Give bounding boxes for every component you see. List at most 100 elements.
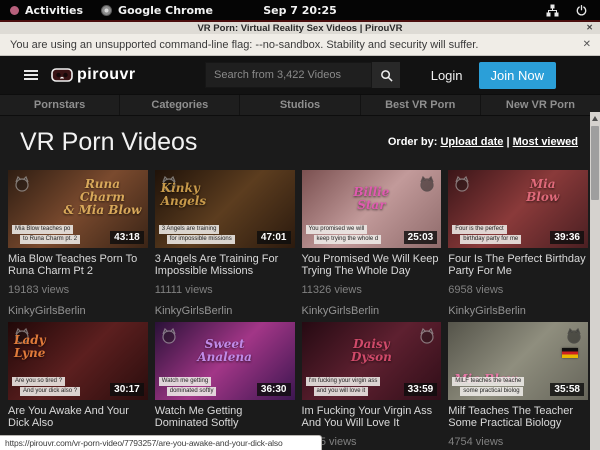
video-card: Daisy Dyson I'm fucking your virgin ass … (302, 322, 442, 450)
video-title-link[interactable]: Milf Teaches The Teacher Some Practical … (448, 405, 588, 429)
vr-headset-icon (51, 68, 73, 82)
video-info: Milf Teaches The Teacher Some Practical … (448, 400, 588, 450)
clock[interactable]: Sep 7 20:25 (0, 4, 600, 17)
logo-text: pirouvr (77, 66, 136, 84)
page-scrollbar[interactable] (590, 112, 600, 450)
thumbnail-caption: I'm fucking your virgin ass and you will… (306, 377, 381, 396)
order-by: Order by: Upload date | Most viewed (388, 136, 578, 148)
studio-watermark-icon (160, 327, 178, 345)
duration-badge: 33:59 (404, 383, 438, 396)
warning-text: You are using an unsupported command-lin… (10, 39, 478, 51)
studio-watermark-icon (453, 175, 471, 193)
video-card: Sweet Analena Watch me getting dominated… (155, 322, 295, 450)
studio-link[interactable]: KinkyGirlsBerlin (8, 305, 148, 317)
warning-close-icon[interactable]: ✕ (583, 39, 591, 50)
page-title: VR Porn Videos (20, 127, 197, 157)
duration-badge: 47:01 (257, 231, 291, 244)
login-link[interactable]: Login (431, 68, 463, 83)
video-title-link[interactable]: You Promised We Will Keep Trying The Who… (302, 253, 442, 277)
order-link-upload-date[interactable]: Upload date (440, 136, 503, 148)
video-title-link[interactable]: 3 Angels Are Training For Impossible Mis… (155, 253, 295, 277)
video-card: Runa Charm & Mia Blow Mia Blow teaches p… (8, 170, 148, 322)
page-head: VR Porn Videos Order by: Upload date | M… (0, 127, 600, 157)
view-count: 9795 views (302, 436, 442, 448)
video-title-link[interactable]: Four Is The Perfect Birthday Party For M… (448, 253, 588, 277)
video-thumbnail[interactable]: Mia Blow Four is the perfect birthday pa… (448, 170, 588, 248)
view-count: 11111 views (155, 284, 295, 296)
thumbnail-caption: 3 Angels are training for impossible mis… (159, 225, 235, 244)
scrollbar-up-arrow-icon[interactable] (592, 116, 598, 121)
view-count: 4754 views (448, 436, 588, 448)
video-thumbnail[interactable]: Lady Lyne Are you so tired ? And your di… (8, 322, 148, 400)
search-bar (205, 62, 400, 88)
duration-badge: 30:17 (110, 383, 144, 396)
video-thumbnail[interactable]: Kinky Angels 3 Angels are training for i… (155, 170, 295, 248)
video-info: 3 Angels Are Training For Impossible Mis… (155, 248, 295, 322)
video-thumbnail[interactable]: Billie Star You promised we will keep tr… (302, 170, 442, 248)
site-logo[interactable]: pirouvr (51, 66, 136, 84)
german-flag-decoration (562, 348, 578, 358)
studio-watermark-icon (13, 327, 31, 345)
thumbnail-caption: Mia Blow teaches po to Runa Charm pt. 2 (12, 225, 80, 244)
video-thumbnail[interactable]: Mia Blow MILF teaches the teache some pr… (448, 322, 588, 400)
hamburger-menu-icon[interactable] (24, 68, 38, 82)
order-separator: | (506, 136, 509, 148)
duration-badge: 35:58 (550, 383, 584, 396)
thumbnail-caption: Watch me getting dominated softly (159, 377, 217, 396)
studio-watermark-icon (565, 327, 583, 345)
scrollbar-thumb[interactable] (591, 126, 599, 200)
site-header: pirouvr Login Join Now (0, 56, 600, 94)
video-thumbnail[interactable]: Runa Charm & Mia Blow Mia Blow teaches p… (8, 170, 148, 248)
main-nav: Pornstars Categories Studios Best VR Por… (0, 94, 600, 116)
view-count: 11326 views (302, 284, 442, 296)
video-grid: Runa Charm & Mia Blow Mia Blow teaches p… (8, 170, 588, 450)
duration-badge: 25:03 (404, 231, 438, 244)
video-thumbnail[interactable]: Daisy Dyson I'm fucking your virgin ass … (302, 322, 442, 400)
tab-close-icon[interactable]: ✕ (586, 22, 593, 34)
studio-link[interactable]: KinkyGirlsBerlin (155, 305, 295, 317)
thumbnail-caption: Four is the perfect birthday party for m… (452, 225, 521, 244)
thumbnail-overlay-title: Mia Blow (501, 178, 584, 204)
order-link-most-viewed[interactable]: Most viewed (513, 136, 578, 148)
thumbnail-caption: Are you so tired ? And your dick also ? (12, 377, 80, 396)
view-count: 19183 views (8, 284, 148, 296)
video-card: Mia Blow MILF teaches the teache some pr… (448, 322, 588, 450)
page-viewport: pirouvr Login Join Now Pornstars Categor… (0, 56, 600, 450)
nav-item-best-vr[interactable]: Best VR Porn (360, 95, 480, 115)
duration-badge: 36:30 (257, 383, 291, 396)
video-card: Mia Blow Four is the perfect birthday pa… (448, 170, 588, 322)
video-title-link[interactable]: Watch Me Getting Dominated Softly (155, 405, 295, 429)
chrome-warning-infobar: You are using an unsupported command-lin… (0, 34, 600, 56)
view-count: 6958 views (448, 284, 588, 296)
nav-item-new-vr[interactable]: New VR Porn (480, 95, 600, 115)
video-title-link[interactable]: Mia Blow Teaches Porn To Runa Charm Pt 2 (8, 253, 148, 277)
nav-item-pornstars[interactable]: Pornstars (0, 95, 119, 115)
studio-watermark-icon (418, 175, 436, 193)
duration-badge: 39:36 (550, 231, 584, 244)
video-title-link[interactable]: Are You Awake And Your Dick Also (8, 405, 148, 429)
video-info: Im Fucking Your Virgin Ass And You Will … (302, 400, 442, 450)
gnome-top-bar: Activities Google Chrome Sep 7 20:25 (0, 0, 600, 20)
video-card: Lady Lyne Are you so tired ? And your di… (8, 322, 148, 450)
studio-link[interactable]: KinkyGirlsBerlin (448, 305, 588, 317)
studio-watermark-icon (160, 175, 178, 193)
video-card: Billie Star You promised we will keep tr… (302, 170, 442, 322)
studio-link[interactable]: KinkyGirlsBerlin (302, 305, 442, 317)
status-url-bubble: https://pirouvr.com/vr-porn-video/779325… (0, 435, 322, 450)
video-card: Kinky Angels 3 Angels are training for i… (155, 170, 295, 322)
video-title-link[interactable]: Im Fucking Your Virgin Ass And You Will … (302, 405, 442, 429)
search-input[interactable] (205, 62, 372, 88)
video-thumbnail[interactable]: Sweet Analena Watch me getting dominated… (155, 322, 295, 400)
join-now-button[interactable]: Join Now (479, 62, 556, 89)
video-info: You Promised We Will Keep Trying The Who… (302, 248, 442, 322)
thumbnail-caption: MILF teaches the teache some practical b… (452, 377, 524, 396)
video-info: Mia Blow Teaches Porn To Runa Charm Pt 2… (8, 248, 148, 322)
nav-item-studios[interactable]: Studios (239, 95, 359, 115)
thumbnail-caption: You promised we will keep trying the who… (306, 225, 382, 244)
nav-item-categories[interactable]: Categories (119, 95, 239, 115)
search-icon (380, 69, 393, 82)
screen: Activities Google Chrome Sep 7 20:25 VR … (0, 0, 600, 450)
search-button[interactable] (372, 62, 400, 88)
duration-badge: 43:18 (110, 231, 144, 244)
studio-watermark-icon (13, 175, 31, 193)
